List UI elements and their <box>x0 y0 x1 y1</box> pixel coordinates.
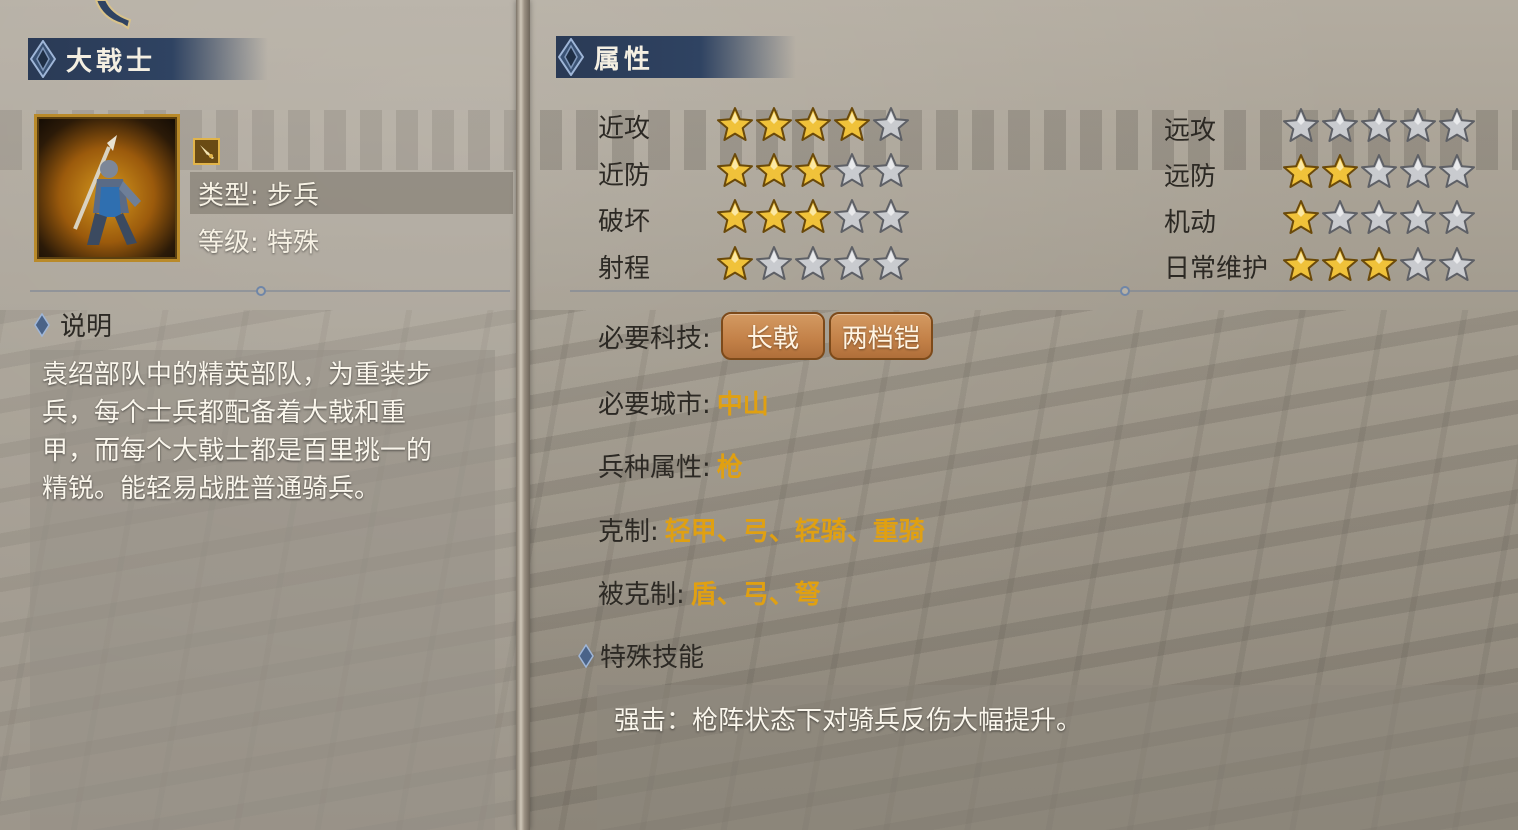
scroll-hook-decoration <box>94 0 132 30</box>
star-empty-icon <box>1400 154 1436 188</box>
halberd-soldier-icon <box>73 135 141 245</box>
special-skill-heading: 特殊技能 <box>578 637 704 674</box>
star-empty-icon <box>1361 154 1397 188</box>
required-tech-label: 必要科技: <box>598 323 711 354</box>
counters-label: 克制: <box>598 517 659 547</box>
star-empty-icon <box>834 199 870 233</box>
description-heading: 说明 <box>34 306 112 343</box>
diamond-icon <box>28 38 58 80</box>
star-filled-icon <box>1361 247 1397 281</box>
left-divider <box>30 290 510 292</box>
divider-dot <box>1120 286 1130 296</box>
tech-button-two-stage-armor[interactable]: 两档铠 <box>828 312 933 360</box>
star-filled-icon <box>1322 247 1358 281</box>
attr-label-ranged-defense: 远防 <box>1164 162 1217 192</box>
attr-label-upkeep: 日常维护 <box>1164 254 1269 284</box>
star-filled-icon <box>834 107 870 141</box>
star-empty-icon <box>1283 108 1319 142</box>
star-filled-icon <box>717 246 753 280</box>
unit-branch-row: 兵种属性: 枪 <box>598 447 743 484</box>
star-empty-icon <box>834 153 870 187</box>
star-empty-icon <box>873 199 909 233</box>
star-empty-icon <box>1439 108 1475 142</box>
attr-label-ranged-attack: 远攻 <box>1164 116 1217 146</box>
countered-by-value: 盾、弓、弩 <box>690 580 821 610</box>
unit-branch-value: 枪 <box>716 453 743 483</box>
star-filled-icon <box>795 199 831 233</box>
unit-level: 等级: 特殊 <box>198 227 320 258</box>
star-rating-melee-attack <box>716 106 910 144</box>
star-empty-icon <box>873 153 909 187</box>
attr-label-mobility: 机动 <box>1164 208 1217 238</box>
counters-row: 克制: 轻甲、弓、轻骑、重骑 <box>598 511 925 548</box>
diamond-icon <box>556 36 586 78</box>
special-skill-text: 强击：枪阵状态下对骑兵反伤大幅提升。 <box>614 706 1083 736</box>
star-empty-icon <box>1439 154 1475 188</box>
unit-name-header: 大戟士 <box>28 38 268 80</box>
star-empty-icon <box>1439 200 1475 234</box>
weapon-type-icon[interactable] <box>193 138 220 165</box>
right-divider <box>570 290 1518 292</box>
unit-level-row: 等级: 特殊 <box>190 219 513 261</box>
star-filled-icon <box>1322 154 1358 188</box>
attributes-title: 属性 <box>594 44 655 75</box>
star-filled-icon <box>756 199 792 233</box>
star-rating-mobility <box>1282 199 1476 237</box>
diamond-icon <box>34 312 50 337</box>
unit-portrait <box>34 114 180 262</box>
star-empty-icon <box>1400 247 1436 281</box>
star-empty-icon <box>756 246 792 280</box>
unit-branch-label: 兵种属性: <box>598 453 711 483</box>
star-empty-icon <box>1361 108 1397 142</box>
counters-value: 轻甲、弓、轻骑、重骑 <box>664 517 925 547</box>
tech-button-long-halberd[interactable]: 长戟 <box>720 312 825 360</box>
star-rating-ranged-attack <box>1282 107 1476 145</box>
star-filled-icon <box>795 153 831 187</box>
required-city-row: 必要城市: 中山 <box>598 384 769 421</box>
attr-label-melee-defense: 近防 <box>598 161 651 191</box>
diamond-icon <box>578 643 594 668</box>
star-rating-siege <box>716 198 910 236</box>
attributes-header: 属性 <box>556 36 796 78</box>
star-filled-icon <box>795 107 831 141</box>
description-heading-label: 说明 <box>60 312 113 342</box>
star-filled-icon <box>717 107 753 141</box>
special-skill-heading-label: 特殊技能 <box>600 643 705 673</box>
star-filled-icon <box>1283 154 1319 188</box>
star-filled-icon <box>1283 200 1319 234</box>
panel-divider <box>516 0 530 830</box>
countered-by-row: 被克制: 盾、弓、弩 <box>598 574 821 611</box>
unit-type: 类型: 步兵 <box>198 180 320 211</box>
star-filled-icon <box>717 153 753 187</box>
required-tech-row: 必要科技: 长戟 两档铠 <box>598 310 937 362</box>
star-empty-icon <box>1400 200 1436 234</box>
star-empty-icon <box>873 246 909 280</box>
required-city-label: 必要城市: <box>598 390 711 420</box>
countered-by-label: 被克制: <box>598 580 685 610</box>
attr-label-melee-attack: 近攻 <box>598 114 651 144</box>
description-text: 袁绍部队中的精英部队，为重装步兵，每个士兵都配备着大戟和重甲，而每个大戟士都是百… <box>42 360 433 504</box>
star-rating-melee-defense <box>716 152 910 190</box>
star-rating-range <box>716 245 910 283</box>
star-empty-icon <box>1322 200 1358 234</box>
required-city-value: 中山 <box>716 390 769 420</box>
unit-type-row: 类型: 步兵 <box>190 172 513 214</box>
star-empty-icon <box>873 107 909 141</box>
attr-label-range: 射程 <box>598 254 651 284</box>
unit-name: 大戟士 <box>66 46 157 77</box>
star-rating-ranged-defense <box>1282 153 1476 191</box>
star-empty-icon <box>795 246 831 280</box>
star-empty-icon <box>1361 200 1397 234</box>
star-empty-icon <box>1322 108 1358 142</box>
star-filled-icon <box>717 199 753 233</box>
divider-dot <box>256 286 266 296</box>
star-filled-icon <box>756 107 792 141</box>
star-rating-upkeep <box>1282 246 1476 284</box>
star-filled-icon <box>756 153 792 187</box>
star-empty-icon <box>1439 247 1475 281</box>
star-empty-icon <box>1400 108 1436 142</box>
star-empty-icon <box>834 246 870 280</box>
star-filled-icon <box>1283 247 1319 281</box>
attr-label-siege: 破坏 <box>598 207 651 237</box>
